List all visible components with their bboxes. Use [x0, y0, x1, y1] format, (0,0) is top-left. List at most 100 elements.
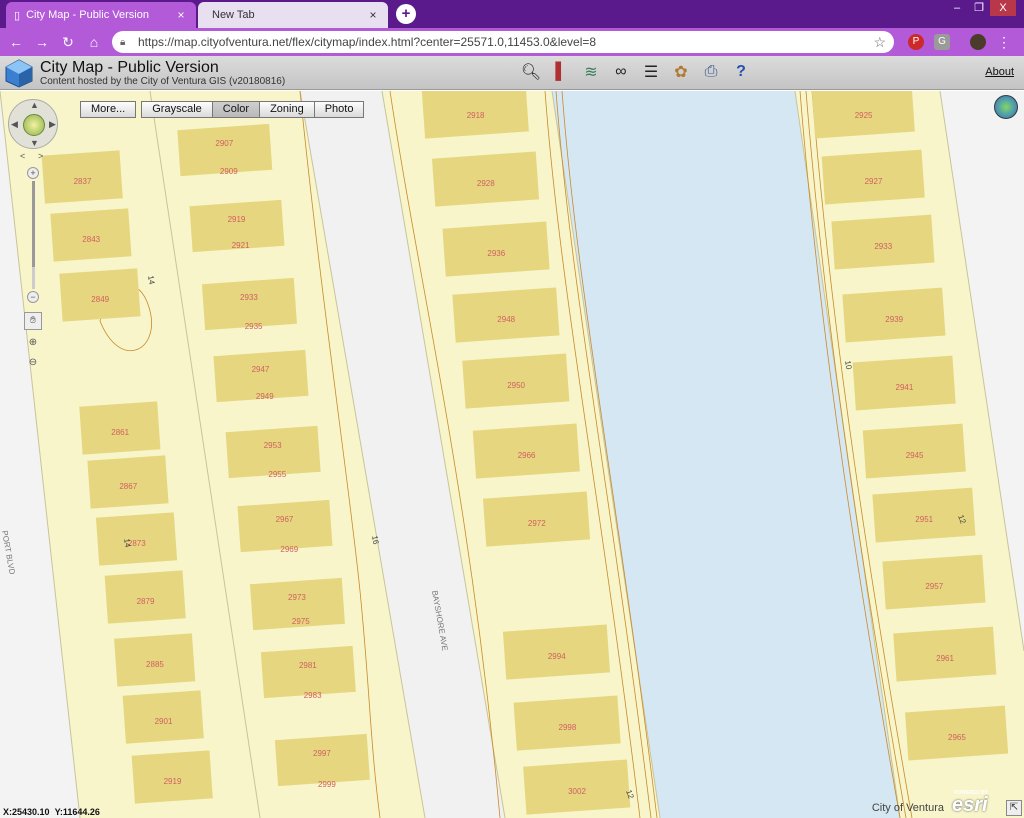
pinterest-icon[interactable]: P	[908, 34, 924, 50]
lot-number-label: 2925	[855, 111, 873, 120]
lot-number-label: 2951	[915, 515, 933, 524]
map-toolbar: 🔍︎ ▌ ≋ ∞ ☰ ✿ ⎙ ?	[518, 59, 754, 85]
menu-icon[interactable]: ⋮	[996, 34, 1012, 50]
building-footprint	[274, 733, 370, 787]
extension-icon[interactable]: G	[934, 34, 950, 50]
lot-number-label: 2983	[304, 691, 322, 700]
lot-number-label: 2867	[119, 482, 137, 491]
tab-city-map[interactable]: ▯ City Map - Public Version ×	[6, 2, 196, 28]
window-minimize-button[interactable]: –	[946, 0, 968, 16]
lot-number-label: 2879	[137, 597, 155, 606]
lot-number-label: 2973	[288, 593, 306, 602]
search-icon[interactable]: 🔍︎	[518, 59, 544, 85]
back-icon[interactable]: ←	[8, 34, 24, 50]
basemap-photo-button[interactable]: Photo	[313, 101, 365, 118]
lot-number-label: 2998	[559, 723, 577, 732]
lot-number-label: 2837	[74, 177, 92, 186]
street-label-port: PORT BLVD	[0, 530, 17, 576]
lot-number-label: 2939	[885, 315, 903, 324]
lot-number-label: 2919	[164, 777, 182, 786]
new-tab-button[interactable]: +	[396, 4, 416, 24]
more-basemaps-button[interactable]: More...	[80, 101, 137, 118]
lot-number-label: 2969	[280, 545, 298, 554]
lot-number-label: 2972	[528, 519, 546, 528]
full-extent-globe-icon[interactable]	[23, 114, 45, 136]
lot-number-label: 2948	[497, 315, 515, 324]
lot-number-label: 2953	[264, 441, 282, 450]
lot-number-label: 2950	[507, 381, 525, 390]
pan-down-icon[interactable]: ▼	[30, 138, 39, 148]
zoom-in-button[interactable]: +	[27, 167, 39, 179]
forward-icon[interactable]: →	[34, 34, 50, 50]
zoom-out-tool-icon[interactable]: ⊖	[24, 355, 42, 373]
app-subtitle: Content hosted by the City of Ventura GI…	[40, 76, 286, 87]
palette-icon[interactable]: ✿	[668, 59, 694, 85]
lot-number-label: 2921	[232, 241, 250, 250]
tab-close-icon[interactable]: ×	[366, 8, 380, 22]
lot-number-label: 2941	[896, 383, 914, 392]
basemap-color-button[interactable]: Color	[211, 101, 261, 118]
fullscreen-icon[interactable]: ⇱	[1006, 800, 1022, 816]
app-title: City Map - Public Version	[40, 59, 219, 76]
pan-left-icon[interactable]: ◀	[11, 119, 18, 130]
lot-number-label: 2949	[256, 392, 274, 401]
binoculars-icon[interactable]: ∞	[608, 59, 634, 85]
tab-title: New Tab	[212, 9, 255, 21]
app-header: City Map - Public Version Content hosted…	[0, 56, 1024, 90]
help-icon[interactable]: ?	[728, 59, 754, 85]
print-icon[interactable]: ⎙	[698, 59, 724, 85]
esri-wordmark: esri	[952, 794, 988, 816]
zoom-in-tool-icon[interactable]: ⊕	[24, 335, 42, 353]
tab-new-tab[interactable]: New Tab ×	[198, 2, 388, 28]
lot-number-label: 2966	[518, 451, 536, 460]
pan-up-icon[interactable]: ▲	[30, 100, 39, 110]
layers-icon[interactable]: ≋	[578, 59, 604, 85]
esri-logo[interactable]: POWERED BY esri	[950, 790, 1002, 816]
basemap-zoning-button[interactable]: Zoning	[259, 101, 315, 118]
y-coordinate: Y:11644.26	[54, 807, 100, 817]
star-icon[interactable]: ☆	[873, 34, 886, 51]
basemap-button-group: Grayscale Color Zoning Photo	[141, 101, 365, 118]
lot-number-label: 2967	[276, 515, 294, 524]
pan-control[interactable]: ▲ ▼ ◀ ▶	[8, 99, 58, 149]
lot-number-label: 2928	[477, 179, 495, 188]
bookmark-icon[interactable]: ▌	[548, 59, 574, 85]
pan-hand-tool[interactable]: ✋︎	[24, 312, 42, 330]
basemap-selector: More... Grayscale Color Zoning Photo	[80, 101, 365, 118]
tab-close-icon[interactable]: ×	[174, 8, 188, 22]
url-text: https://map.cityofventura.net/flex/citym…	[138, 35, 597, 49]
profile-avatar[interactable]	[970, 34, 986, 50]
lot-number-label: 2919	[228, 215, 246, 224]
coordinate-readout: X:25430.10 Y:11644.26	[3, 807, 100, 817]
address-bar[interactable]: 🔒︎ https://map.cityofventura.net/flex/ci…	[112, 31, 894, 53]
map-canvas[interactable]: 2837284328492861286728732879288529012919…	[0, 91, 1024, 818]
next-extent-icon[interactable]: >	[38, 151, 43, 161]
window-close-button[interactable]: X	[990, 0, 1016, 16]
previous-extent-icon[interactable]: <	[20, 151, 25, 161]
lot-number-label: 2843	[82, 235, 100, 244]
lot-number-label: 2999	[318, 780, 336, 789]
lot-number-label: 2918	[467, 111, 485, 120]
tab-title: City Map - Public Version	[26, 9, 149, 21]
lot-number-label: 2961	[936, 654, 954, 663]
lot-number-label: 2901	[155, 717, 173, 726]
pan-right-icon[interactable]: ▶	[49, 119, 56, 130]
browser-tab-strip: ▯ City Map - Public Version × New Tab × …	[0, 0, 1024, 28]
legend-icon[interactable]: ☰	[638, 59, 664, 85]
lock-icon: 🔒︎	[120, 36, 126, 48]
lot-number-label: 2933	[240, 293, 258, 302]
x-coordinate: X:25430.10	[3, 807, 50, 817]
window-maximize-button[interactable]: ❐	[968, 0, 990, 16]
home-icon[interactable]: ⌂	[86, 34, 102, 50]
reload-icon[interactable]: ↻	[60, 34, 76, 50]
zoom-out-button[interactable]: −	[27, 291, 39, 303]
map-view[interactable]: 2837 2843 2849 2861 2867 2873 2879 2885 2901 2919…	[0, 91, 1024, 818]
lot-number-label: 2945	[906, 451, 924, 460]
map-navigation-widget: ▲ ▼ ◀ ▶ < > + − ✋︎ ⊕ ⊖	[6, 97, 62, 377]
about-link[interactable]: About	[985, 66, 1014, 78]
lot-number-label: 2957	[925, 582, 943, 591]
zoom-slider[interactable]: + −	[26, 167, 40, 307]
overview-map-icon[interactable]	[994, 95, 1018, 119]
basemap-grayscale-button[interactable]: Grayscale	[141, 101, 213, 118]
lot-number-label: 2997	[313, 749, 331, 758]
